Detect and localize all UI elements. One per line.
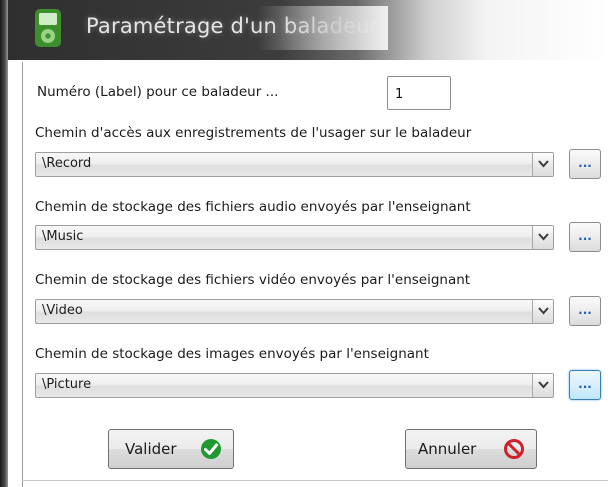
validate-button[interactable]: Valider xyxy=(108,429,234,469)
audio-path-combo[interactable]: \Music xyxy=(35,225,554,250)
settings-dialog: Paramétrage d'un baladeur Numéro (Label)… xyxy=(0,0,608,487)
record-path-value: \Record xyxy=(42,156,92,171)
video-path-browse-button[interactable]: ... xyxy=(569,296,601,326)
player-number-label: Numéro (Label) pour ce baladeur ... xyxy=(37,84,279,100)
red-prohibited-icon xyxy=(504,439,524,459)
player-number-input[interactable]: 1 xyxy=(387,76,451,110)
video-path-dropdown-button[interactable] xyxy=(532,300,553,323)
images-path-combo[interactable]: \Picture xyxy=(35,373,554,398)
validate-button-label: Valider xyxy=(125,440,177,458)
record-path-browse-button[interactable]: ... xyxy=(569,149,601,179)
green-check-icon xyxy=(201,439,221,459)
images-path-value: \Picture xyxy=(42,377,92,392)
dialog-bottom-border xyxy=(22,480,608,481)
dialog-content: Numéro (Label) pour ce baladeur ... 1 Ch… xyxy=(22,62,608,487)
audio-path-dropdown-button[interactable] xyxy=(532,226,553,249)
audio-path-label: Chemin de stockage des fichiers audio en… xyxy=(35,199,471,215)
chevron-down-icon xyxy=(538,233,549,241)
record-path-dropdown-button[interactable] xyxy=(532,153,553,176)
video-path-value: \Video xyxy=(42,303,83,318)
title-bar[interactable]: Paramétrage d'un baladeur xyxy=(8,0,608,60)
chevron-down-icon xyxy=(538,307,549,315)
cancel-button-label: Annuler xyxy=(418,440,477,458)
window-frame-edge xyxy=(0,0,8,487)
window-title: Paramétrage d'un baladeur xyxy=(86,14,379,38)
record-path-combo[interactable]: \Record xyxy=(35,152,554,177)
images-path-dropdown-button[interactable] xyxy=(532,374,553,397)
images-path-browse-button[interactable]: ... xyxy=(569,370,601,400)
images-path-label: Chemin de stockage des images envoyés pa… xyxy=(35,346,429,362)
chevron-down-icon xyxy=(538,160,549,168)
audio-path-value: \Music xyxy=(42,229,84,244)
audio-path-browse-button[interactable]: ... xyxy=(569,222,601,252)
record-path-label: Chemin d'accès aux enregistrements de l'… xyxy=(35,125,472,141)
mp3-player-icon xyxy=(35,9,61,47)
chevron-down-icon xyxy=(538,381,549,389)
cancel-button[interactable]: Annuler xyxy=(405,429,537,469)
video-path-combo[interactable]: \Video xyxy=(35,299,554,324)
video-path-label: Chemin de stockage des fichiers vidéo en… xyxy=(35,272,471,288)
